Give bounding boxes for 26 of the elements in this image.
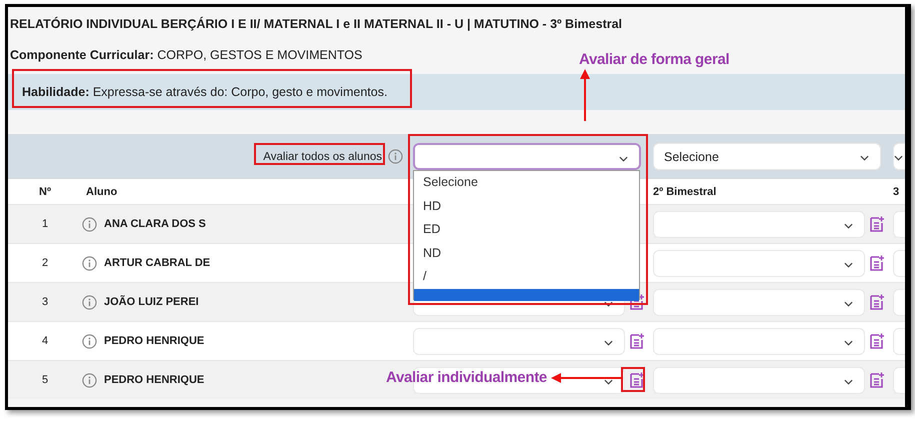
row-number: 5 xyxy=(40,374,50,386)
dropdown-option[interactable]: HD xyxy=(414,194,639,218)
row-number: 1 xyxy=(40,218,50,230)
annotation-label: Avaliar de forma geral xyxy=(579,51,730,68)
column-header: Nº xyxy=(38,186,52,198)
select-field[interactable]: Selecione xyxy=(653,143,881,170)
dropdown-option[interactable]: ED xyxy=(414,218,639,242)
column-header: 3 xyxy=(893,186,900,198)
student-name: PEDRO HENRIQUE xyxy=(104,335,204,347)
student-name: JOÃO LUIZ PEREI xyxy=(104,296,199,308)
curricular-component: Componente Curricular: CORPO, GESTOS E MOVIMENTOS xyxy=(10,48,362,62)
report-title: RELATÓRIO INDIVIDUAL BERÇÁRIO I E II/ MATERNAL I e II MATERNAL II - U | MATUTINO - 3º Bimestral xyxy=(9,16,624,33)
dropdown-option[interactable]: / xyxy=(414,265,639,288)
student-name: ARTUR CABRAL DE xyxy=(104,257,210,269)
skill-text: Habilidade: Expressa-se através do: Corpo, gesto e movimentos. xyxy=(22,85,388,99)
bulk-label: Avaliar todos os alunos xyxy=(263,150,382,162)
annotation-label: Avaliar individualmente xyxy=(386,369,547,386)
student-name: PEDRO HENRIQUE xyxy=(104,374,204,386)
dropdown-option[interactable]: Selecione xyxy=(414,171,639,194)
row-number: 3 xyxy=(40,296,50,308)
row-number: 4 xyxy=(40,335,50,347)
dropdown-option[interactable]: ND xyxy=(414,242,639,265)
column-header: 2º Bimestral xyxy=(653,186,718,198)
student-name: ANA CLARA DOS S xyxy=(104,218,206,230)
row-number: 2 xyxy=(40,257,50,269)
column-header: Aluno xyxy=(85,186,118,198)
